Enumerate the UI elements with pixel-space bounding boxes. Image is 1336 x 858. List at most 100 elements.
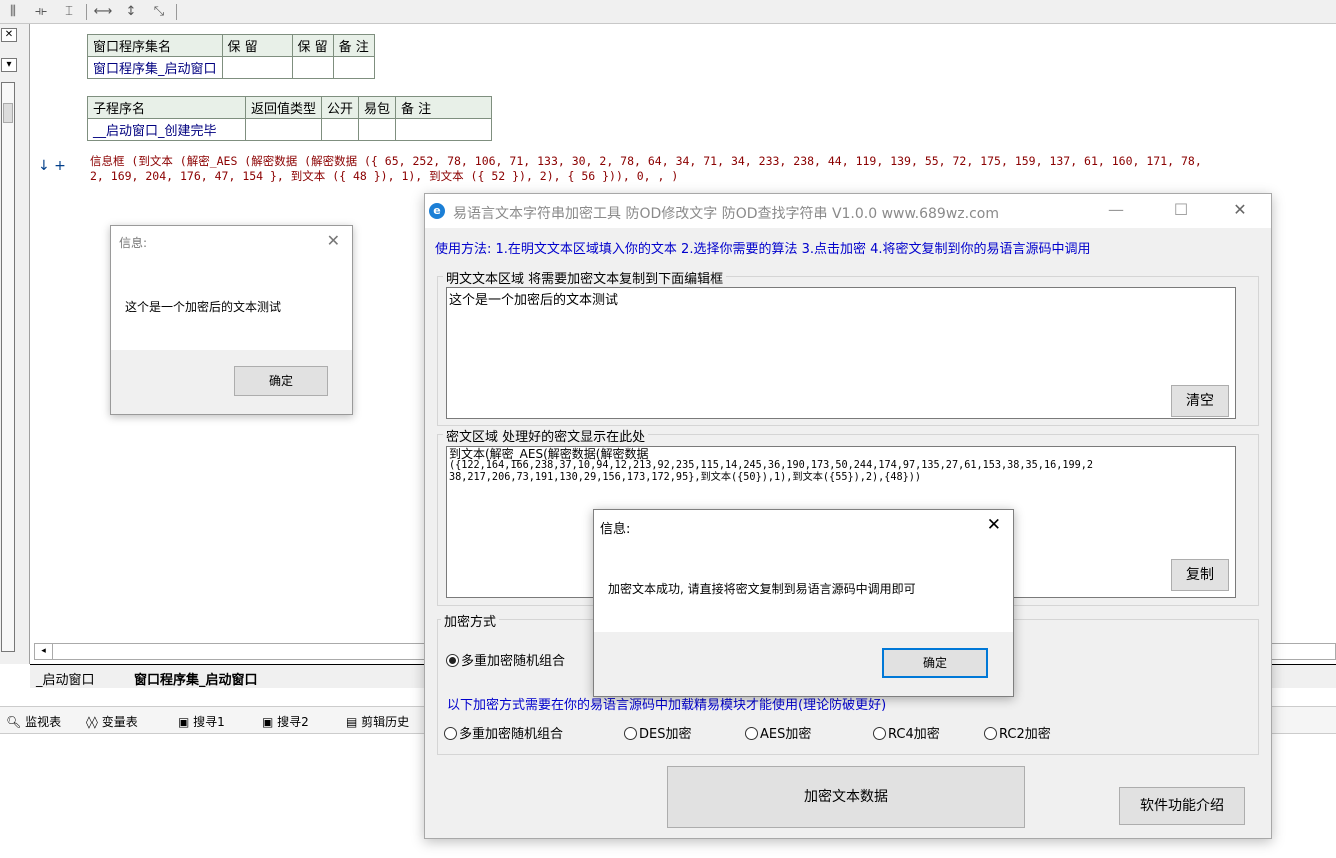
clipboard-icon: ▤ xyxy=(346,715,358,729)
radio-unchecked-icon xyxy=(984,727,997,740)
radio-label: RC4加密 xyxy=(888,727,940,742)
app-logo-icon: e xyxy=(429,203,445,219)
fit-height-icon[interactable]: ↕ xyxy=(120,2,142,22)
radio-label: 多重加密随机组合 xyxy=(459,727,564,742)
dialog-footer: 确定 xyxy=(111,350,352,414)
tab-startup-window[interactable]: _启动窗口 xyxy=(32,669,99,688)
plaintext-input[interactable]: 这个是一个加密后的文本测试 xyxy=(446,287,1236,419)
radio-label: 多重加密随机组合 xyxy=(461,654,566,669)
group-label: 加密方式 xyxy=(441,611,500,630)
group-label: 明文文本区域 将需要加密文本复制到下面编辑框 xyxy=(443,268,727,287)
fit-width-icon[interactable]: ⟷ xyxy=(92,2,114,22)
subroutine-name-cell[interactable]: __启动窗口_创建完毕 xyxy=(87,118,246,141)
align-left-icon[interactable]: ⫼ xyxy=(2,2,24,22)
glasses-icon: ◊◊ xyxy=(86,715,98,729)
table-cell[interactable] xyxy=(291,56,334,79)
find-icon: ▣ xyxy=(262,715,274,729)
dropdown-icon[interactable]: ▾ xyxy=(1,58,17,72)
ciphertext-line: 38,217,206,73,191,130,29,156,173,172,95}… xyxy=(449,472,922,483)
table-header: 保 留 xyxy=(221,34,293,57)
find-icon: ▣ xyxy=(178,715,190,729)
radio-multi-random-selected[interactable]: 多重加密随机组合 xyxy=(446,650,565,669)
clear-button[interactable]: 清空 xyxy=(1171,385,1229,417)
table-header: 保 留 xyxy=(291,34,334,57)
search1-panel-tab[interactable]: ▣ 搜寻1 xyxy=(178,713,225,730)
close-icon[interactable]: ✕ xyxy=(987,515,1001,535)
encrypt-button[interactable]: 加密文本数据 xyxy=(667,766,1025,828)
table-cell[interactable] xyxy=(244,118,323,141)
radio-unchecked-icon xyxy=(745,727,758,740)
clip-history-panel-tab[interactable]: ▤ 剪辑历史 xyxy=(346,713,409,730)
radio-multi-random[interactable]: 多重加密随机组合 xyxy=(444,723,563,742)
panel-tab-label: 搜寻2 xyxy=(277,715,309,729)
radio-unchecked-icon xyxy=(873,727,886,740)
table-header: 窗口程序集名 xyxy=(87,34,223,57)
radio-aes[interactable]: AES加密 xyxy=(745,723,811,742)
ok-button[interactable]: 确定 xyxy=(882,648,988,678)
radio-checked-icon xyxy=(446,654,459,667)
intro-button[interactable]: 软件功能介绍 xyxy=(1119,787,1245,825)
code-line[interactable]: 2, 169, 204, 176, 47, 154 }, 到文本 ({ 48 }… xyxy=(90,168,678,184)
panel-tab-label: 剪辑历史 xyxy=(361,715,410,729)
maximize-icon[interactable]: ☐ xyxy=(1166,200,1196,219)
table-cell[interactable] xyxy=(321,118,360,141)
tab-assembly-startup-window[interactable]: 窗口程序集_启动窗口 xyxy=(130,669,262,688)
window-titlebar: e 易语言文本字符串加密工具 防OD修改文字 防OD查找字符串 V1.0.0 w… xyxy=(425,194,1271,228)
dialog-title: 信息: xyxy=(119,236,148,250)
code-line[interactable]: 信息框 (到文本 (解密_AES (解密数据 (解密数据 ({ 65, 252,… xyxy=(90,153,1202,169)
usage-instructions: 使用方法: 1.在明文文本区域填入你的文本 2.选择你需要的算法 3.点击加密 … xyxy=(435,242,1091,257)
ciphertext-line: 到文本(解密_AES(解密数据(解密数据 xyxy=(449,447,649,461)
table-header: 备 注 xyxy=(332,34,375,57)
assembly-table: 窗口程序集名 保 留 保 留 备 注 窗口程序集_启动窗口 xyxy=(87,34,375,79)
dialog-message: 加密文本成功, 请直接将密文复制到易语言源码中调用即可 xyxy=(608,582,916,596)
panel-tab-label: 搜寻1 xyxy=(193,715,225,729)
scrollbar-thumb[interactable] xyxy=(3,103,13,123)
table-cell[interactable] xyxy=(221,56,293,79)
table-header: 子程序名 xyxy=(87,96,246,119)
close-icon[interactable]: ✕ xyxy=(327,231,340,250)
search2-panel-tab[interactable]: ▣ 搜寻2 xyxy=(262,713,309,730)
table-header: 返回值类型 xyxy=(244,96,323,119)
radio-unchecked-icon xyxy=(624,727,637,740)
table-header: 易包 xyxy=(358,96,397,119)
window-title: 易语言文本字符串加密工具 防OD修改文字 防OD查找字符串 V1.0.0 www… xyxy=(453,206,999,222)
align-right-icon[interactable]: ⌶ xyxy=(58,2,80,22)
assembly-name-cell[interactable]: 窗口程序集_启动窗口 xyxy=(87,56,223,79)
close-panel-icon[interactable]: ✕ xyxy=(1,28,17,42)
line-marker-icon: ↓ + xyxy=(38,158,66,174)
radio-rc4[interactable]: RC4加密 xyxy=(873,723,940,742)
vertical-scrollbar[interactable] xyxy=(1,82,15,652)
close-icon[interactable]: ✕ xyxy=(1225,200,1255,219)
variables-panel-tab[interactable]: ◊◊ 变量表 xyxy=(86,713,138,730)
watch-panel-tab[interactable]: 🔍︎ 监视表 xyxy=(6,713,61,730)
radio-label: AES加密 xyxy=(760,727,812,742)
align-center-icon[interactable]: ⟛ xyxy=(30,2,52,22)
radio-rc2[interactable]: RC2加密 xyxy=(984,723,1051,742)
dialog-title: 信息: xyxy=(600,522,631,537)
message-box-main: 信息: ✕ 加密文本成功, 请直接将密文复制到易语言源码中调用即可 确定 xyxy=(593,509,1014,697)
radio-label: DES加密 xyxy=(639,727,692,742)
message-box-small: 信息: ✕ 这个是一个加密后的文本测试 确定 xyxy=(110,225,353,415)
subroutine-table: 子程序名 返回值类型 公开 易包 备 注 __启动窗口_创建完毕 xyxy=(87,96,493,141)
ciphertext-line: ({122,164,166,238,37,10,94,12,213,92,235… xyxy=(449,460,1094,471)
table-header: 备 注 xyxy=(395,96,493,119)
table-cell[interactable] xyxy=(395,118,493,141)
table-cell[interactable] xyxy=(358,118,397,141)
dialog-footer: 确定 xyxy=(594,632,1013,696)
group-label: 密文区域 处理好的密文显示在此处 xyxy=(443,426,649,445)
left-gutter: ✕ ▾ xyxy=(0,24,30,664)
minimize-icon[interactable]: — xyxy=(1101,200,1131,219)
scroll-left-icon[interactable]: ◂ xyxy=(35,644,53,659)
search-icon: 🔍︎ xyxy=(6,715,22,729)
dialog-message: 这个是一个加密后的文本测试 xyxy=(125,300,282,314)
radio-unchecked-icon xyxy=(444,727,457,740)
ok-button[interactable]: 确定 xyxy=(234,366,328,396)
panel-tab-label: 变量表 xyxy=(101,715,138,729)
copy-button[interactable]: 复制 xyxy=(1171,559,1229,591)
panel-tab-label: 监视表 xyxy=(25,715,62,729)
fit-all-icon[interactable]: ⤡ xyxy=(148,2,170,22)
table-header: 公开 xyxy=(321,96,360,119)
radio-label: RC2加密 xyxy=(999,727,1051,742)
table-cell[interactable] xyxy=(332,56,375,79)
radio-des[interactable]: DES加密 xyxy=(624,723,691,742)
